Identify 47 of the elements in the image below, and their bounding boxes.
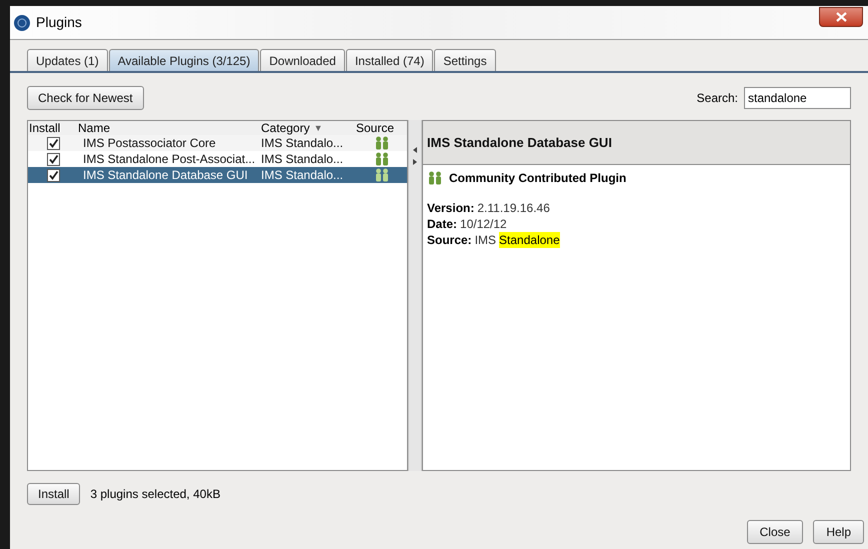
checkbox[interactable] [46,136,60,150]
field-value: 2.11.19.16.46 [477,200,550,216]
app-logo-icon [14,14,30,30]
column-header[interactable]: Source [356,121,407,135]
close-window-button[interactable] [819,6,863,26]
tab[interactable]: Updates (1) [27,49,108,71]
search-label: Search: [696,90,738,106]
column-header[interactable]: Category ▼ [261,121,356,135]
checkbox[interactable] [46,152,60,166]
field-value: IMS [474,232,496,248]
arrow-left-icon[interactable] [413,146,417,152]
tab[interactable]: Downloaded [260,49,345,71]
field-value: 10/12/12 [460,216,507,232]
tab[interactable]: Installed (74) [346,49,434,71]
people-icon [374,168,390,182]
table-cell-text: IMS Standalone Post-Associat... [82,151,256,168]
details-title: IMS Standalone Database GUI [427,134,612,152]
search-field[interactable]: standalone [744,86,851,108]
field-label: Version: [427,200,474,216]
tab[interactable]: Settings [434,49,496,71]
table-cell-text: IMS Standalone Database GUI [82,167,249,184]
table-cell-text: IMS Standalo... [261,151,344,168]
table-row[interactable]: IMS Standalone Database GUI IMS Standalo... [28,167,407,183]
field-label: Source: [427,232,472,248]
plugin-type-label: Community Contributed Plugin [449,170,626,187]
status-text: 3 plugins selected, 40kB [90,486,220,503]
table-row[interactable]: IMS Postassociator Core IMS Standalo... [28,135,407,151]
sort-indicator: ▼ [314,122,323,135]
people-icon [374,136,390,150]
people-icon [427,171,443,185]
check-for-newest-button[interactable]: Check for Newest [27,86,144,110]
close-icon [836,12,846,22]
checkbox[interactable] [46,168,60,182]
column-header[interactable]: Name [78,121,261,135]
table-cell-text: IMS Standalo... [261,135,344,152]
window-title: Plugins [36,13,82,32]
dialog-button[interactable]: Close [746,520,804,544]
table-cell-text: IMS Standalo... [261,167,344,184]
people-icon [374,152,390,166]
field-label: Date: [427,216,458,232]
dialog-button[interactable]: Help [813,520,864,544]
highlighted-match: Standalone [499,232,560,248]
column-header[interactable]: Install [28,121,78,135]
tab[interactable]: Available Plugins (3/125) [108,49,260,71]
table-cell-text: IMS Postassociator Core [82,135,217,152]
arrow-right-icon[interactable] [413,158,417,164]
install-button[interactable]: Install [27,483,80,505]
